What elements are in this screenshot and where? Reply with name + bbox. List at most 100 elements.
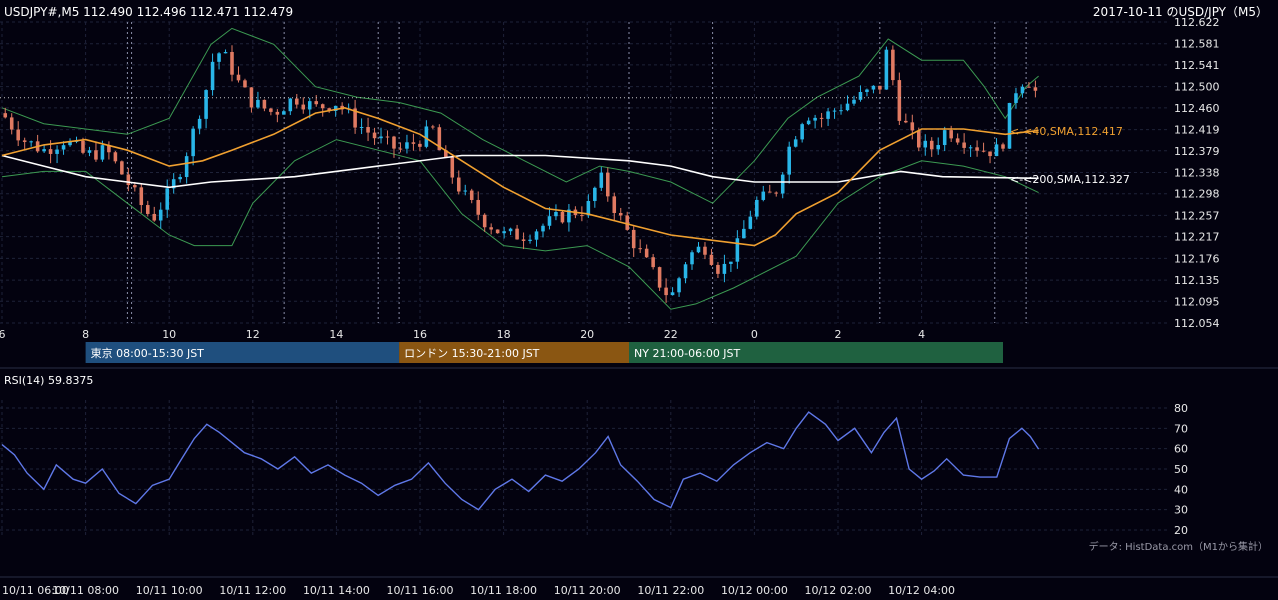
candle-body xyxy=(236,74,241,81)
candle-body xyxy=(3,113,8,118)
hour-tick-label: 4 xyxy=(918,328,925,341)
candle-body xyxy=(418,143,422,147)
candle-body xyxy=(392,136,396,149)
source-note: データ: HistData.com（M1から集計） xyxy=(1089,540,1268,553)
candle-body xyxy=(230,52,234,75)
sma40-label: <-<40,SMA,112.417 xyxy=(1010,125,1123,138)
candle-body xyxy=(94,150,98,160)
candle-body xyxy=(301,104,306,110)
hour-tick-label: 22 xyxy=(664,328,678,341)
candle-body xyxy=(975,147,979,151)
candle-body xyxy=(269,108,273,112)
rsi-label: RSI(14) 59.8375 xyxy=(4,374,93,387)
candle-body xyxy=(1001,144,1005,149)
candle-body xyxy=(800,124,804,140)
candle-body xyxy=(256,99,260,108)
time-tick-label: 10/11 12:00 xyxy=(219,584,286,597)
candle-body xyxy=(9,117,14,130)
candle-body xyxy=(145,205,150,214)
price-tick-label: 112.298 xyxy=(1174,188,1220,201)
candle-body xyxy=(405,142,409,149)
candle-body xyxy=(638,248,642,250)
price-tick-label: 112.176 xyxy=(1174,252,1220,265)
candle-body xyxy=(476,199,480,215)
candle-body xyxy=(469,190,474,200)
candle-body xyxy=(139,187,144,206)
candle-body xyxy=(528,239,532,241)
candle-body xyxy=(994,144,999,157)
hour-tick-label: 18 xyxy=(497,328,511,341)
chart-date-title: 2017-10-11 のUSD/JPY（M5） xyxy=(1093,5,1268,19)
price-tick-label: 112.460 xyxy=(1174,102,1220,115)
candle-body xyxy=(981,150,986,152)
rsi-tick-label: 50 xyxy=(1174,463,1188,476)
candle-body xyxy=(618,212,623,216)
candle-body xyxy=(495,229,500,234)
candle-body xyxy=(742,228,746,239)
rsi-tick-label: 40 xyxy=(1174,483,1188,496)
price-tick-label: 112.419 xyxy=(1174,124,1220,137)
candle-body xyxy=(366,127,370,133)
candle-body xyxy=(502,231,506,234)
hour-tick-label: 20 xyxy=(580,328,594,341)
candle-body xyxy=(262,99,267,109)
candle-body xyxy=(845,103,850,111)
candle-body xyxy=(696,246,701,253)
candle-body xyxy=(450,156,455,178)
price-tick-label: 112.257 xyxy=(1174,209,1220,222)
candle-body xyxy=(942,130,947,146)
candle-body xyxy=(839,110,843,112)
candle-body xyxy=(100,145,105,160)
candle-body xyxy=(126,174,131,186)
candle-body xyxy=(204,90,208,119)
candle-body xyxy=(664,287,668,296)
candle-body xyxy=(923,140,928,148)
price-tick-label: 112.500 xyxy=(1174,81,1220,94)
hour-tick-label: 10 xyxy=(162,328,176,341)
candle-body xyxy=(599,172,604,188)
bollinger-lower-line xyxy=(1,139,1039,310)
candle-body xyxy=(878,85,882,90)
candle-body xyxy=(379,136,383,139)
candle-body xyxy=(191,128,195,157)
candle-body xyxy=(515,228,519,240)
time-axis: 10/11 06:0010/11 08:00 10/11 10:00 10/11 1… xyxy=(2,584,955,597)
candle-body xyxy=(1033,87,1038,91)
candle-body xyxy=(910,122,915,131)
rsi-tick-label: 30 xyxy=(1174,504,1188,517)
candle-body xyxy=(385,136,390,138)
rsi-tick-label: 70 xyxy=(1174,422,1188,435)
hour-tick-label: 8 xyxy=(82,328,89,341)
time-tick-label: 10/12 02:00 xyxy=(805,584,872,597)
candle-body xyxy=(508,228,513,232)
hour-axis: 6 8 10 12 14 16 18 20 22 0 2 4 xyxy=(0,328,925,341)
candle-body xyxy=(580,215,584,217)
session-ny-label: NY 21:00-06:00 JST xyxy=(634,347,741,360)
candle-body xyxy=(217,53,221,62)
candle-body xyxy=(722,263,727,274)
price-tick-label: 112.054 xyxy=(1174,317,1220,330)
candle-body xyxy=(243,80,247,88)
candle-body xyxy=(398,148,403,150)
price-tick-label: 112.338 xyxy=(1174,167,1220,180)
candle-body xyxy=(307,101,312,110)
candle-body xyxy=(625,215,630,230)
candle-body xyxy=(184,156,189,178)
candle-body xyxy=(320,104,325,109)
price-tick-label: 112.095 xyxy=(1174,295,1220,308)
candle-body xyxy=(463,190,468,192)
candle-body xyxy=(929,140,934,150)
candle-body xyxy=(288,98,293,112)
candle-body xyxy=(359,127,364,129)
candle-body xyxy=(81,140,85,153)
candle-body xyxy=(372,132,377,139)
candle-body xyxy=(113,152,118,162)
symbol-info: USDJPY#,M5 112.490 112.496 112.471 112.4… xyxy=(4,5,293,19)
candle-body xyxy=(683,264,688,279)
candle-body xyxy=(968,147,973,149)
hour-tick-label: 0 xyxy=(751,328,758,341)
candle-body xyxy=(16,129,20,141)
hour-tick-label: 12 xyxy=(246,328,260,341)
time-tick-label: 10/11 20:00 xyxy=(554,584,621,597)
candle-body xyxy=(793,139,798,147)
